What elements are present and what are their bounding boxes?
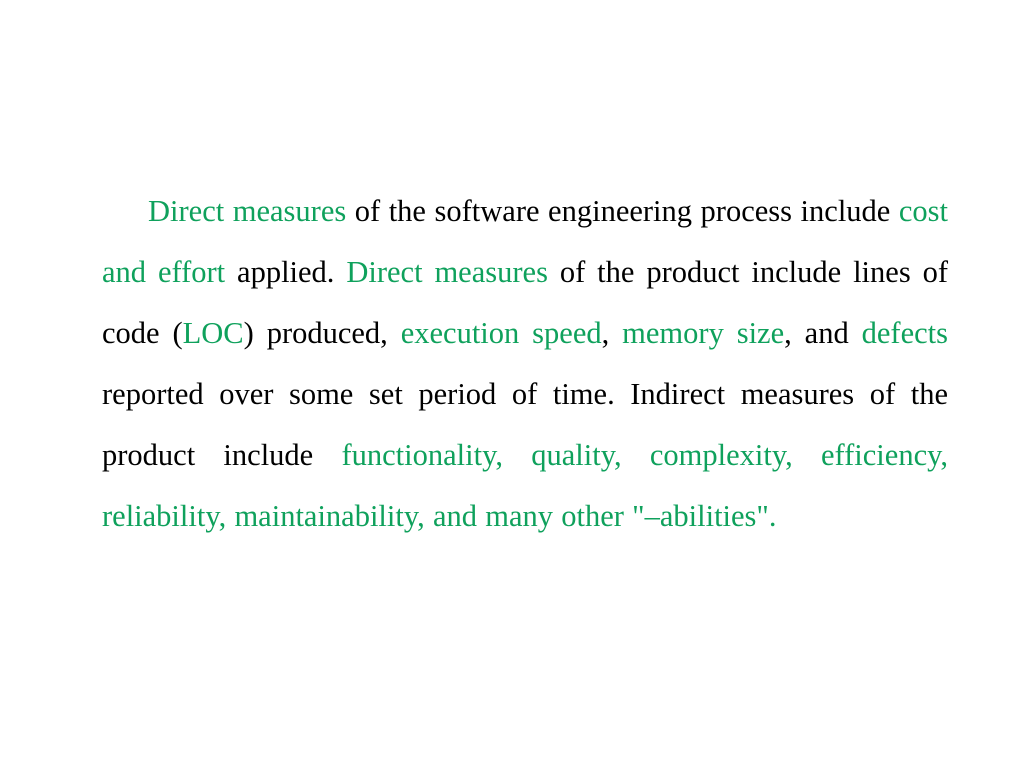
slide-body-paragraph: Direct measures of the software engineer… <box>102 181 948 547</box>
term-direct-measures-1: Direct measures <box>148 193 347 228</box>
body-text-segment-4: ) produced, <box>243 315 401 350</box>
term-memory-size: memory size <box>622 315 785 350</box>
slide-canvas: Direct measures of the software engineer… <box>0 0 1024 768</box>
term-loc: LOC <box>182 315 244 350</box>
body-text-segment-2: applied. <box>225 254 347 289</box>
term-execution-speed: execution speed <box>400 315 602 350</box>
body-text-segment-6: , and <box>784 315 862 350</box>
body-text-segment-1: of the software engineering process incl… <box>346 193 899 228</box>
term-direct-measures-2: Direct measures <box>346 254 548 289</box>
body-text-segment-5: , <box>601 315 623 350</box>
term-defects: defects <box>861 315 948 350</box>
